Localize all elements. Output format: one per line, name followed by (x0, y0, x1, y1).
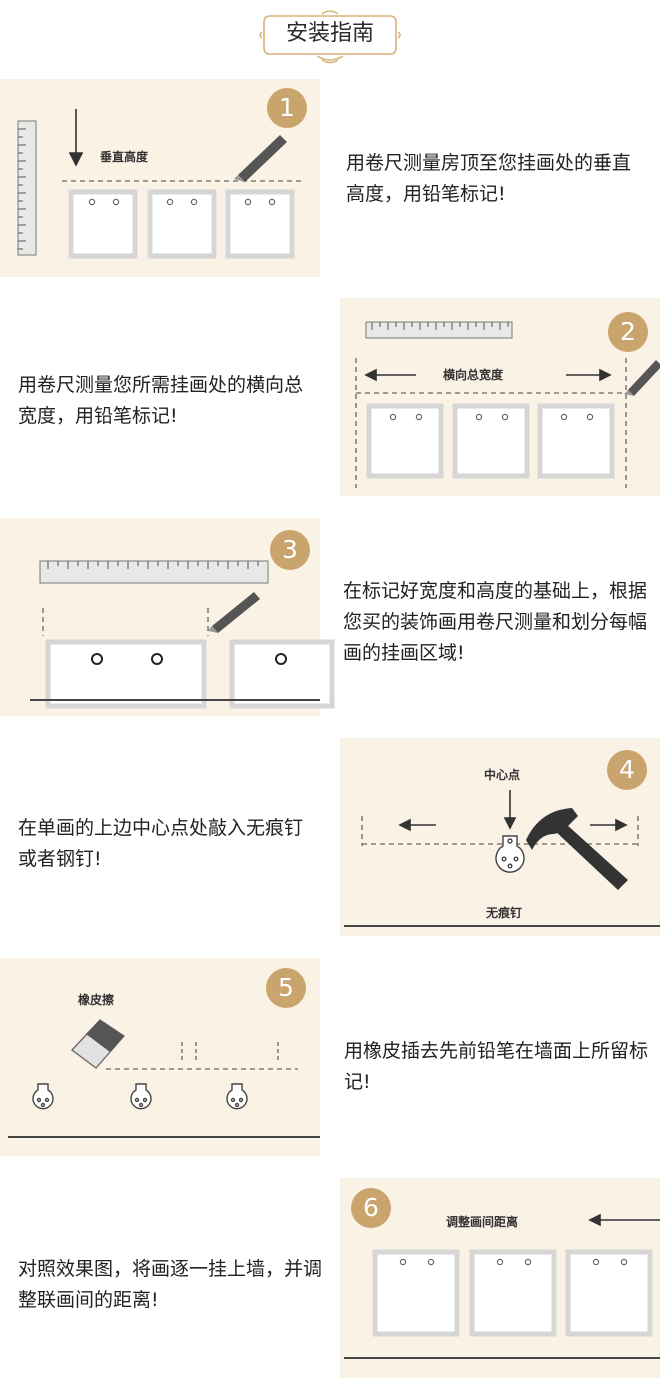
step-number-badge: 6 (351, 1188, 391, 1228)
nail-hook-icon (130, 1083, 152, 1110)
pencil-icon (624, 360, 660, 396)
ruler-icon (365, 321, 513, 339)
step-number-badge: 3 (270, 530, 310, 570)
ruler-icon (17, 120, 37, 256)
step-5-illustration: 5 橡皮擦 (0, 958, 320, 1156)
nail-hook-icon (32, 1083, 54, 1110)
down-arrow-icon (503, 790, 517, 830)
measurement-label: 横向总宽度 (443, 368, 504, 382)
spacing-label: 调整画间距离 (446, 1215, 519, 1229)
down-arrow-icon (68, 109, 84, 167)
nail-label: 无痕钉 (486, 906, 523, 920)
left-arrow-icon (588, 1213, 660, 1227)
step-number-badge: 4 (607, 750, 647, 790)
eraser-label: 橡皮擦 (78, 993, 115, 1007)
measurement-label: 垂直高度 (100, 150, 149, 164)
step-1-description: 用卷尺测量房顶至您挂画处的垂直高度，用铅笔标记! (346, 152, 632, 205)
step-4-description: 在单画的上边中心点处敲入无痕钉或者钢钉! (18, 817, 304, 870)
step-1-illustration: 1 垂直高度 (0, 79, 320, 277)
ruler-icon (39, 560, 269, 584)
step-6-illustration: 6 调整画间距离 (340, 1178, 660, 1378)
center-point-label: 中心点 (484, 768, 521, 782)
hammer-icon (526, 808, 628, 890)
step-3-description: 在标记好宽度和高度的基础上，根据您买的装饰画用卷尺测量和划分每幅画的挂画区域! (343, 580, 648, 664)
nail-hook-icon (226, 1083, 248, 1110)
step-5-description: 用橡皮插去先前铅笔在墙面上所留标记! (344, 1040, 649, 1093)
step-number-badge: 2 (608, 312, 648, 352)
right-arrow-icon (590, 818, 628, 832)
step-2-description: 用卷尺测量您所需挂画处的横向总宽度，用铅笔标记! (18, 374, 304, 427)
step-number-badge: 1 (267, 88, 307, 128)
eraser-icon (71, 1019, 125, 1069)
nail-hook-icon (495, 835, 525, 873)
page-title: 安装指南 (285, 21, 374, 46)
step-number-badge: 5 (266, 968, 306, 1008)
step-3-illustration: 3 (0, 518, 335, 716)
right-arrow-icon (566, 368, 612, 382)
page-title-banner: 安装指南 (259, 10, 401, 64)
left-arrow-icon (364, 368, 416, 382)
step-4-illustration: 4 中心点 无痕钉 (340, 738, 660, 936)
left-arrow-icon (398, 818, 436, 832)
step-2-illustration: 2 横向总宽度 (340, 298, 660, 496)
pencil-icon (208, 592, 260, 633)
step-6-description: 对照效果图，将画逐一挂上墙，并调整联画间的距离! (18, 1258, 323, 1311)
pencil-icon (234, 135, 287, 182)
